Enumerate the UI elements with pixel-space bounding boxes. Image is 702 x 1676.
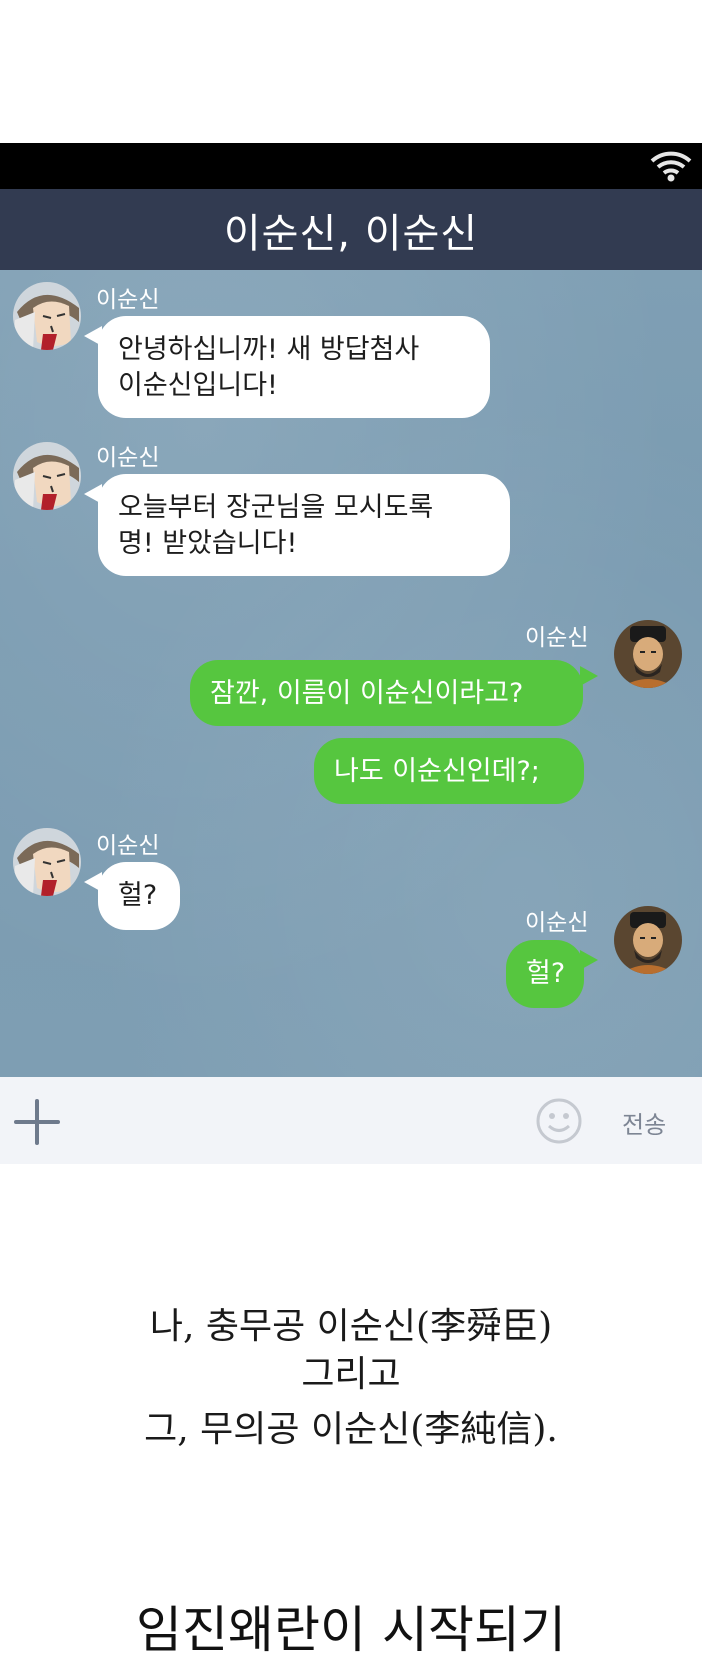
message-input-bar: 전송 [0, 1077, 702, 1164]
avatar-general[interactable] [614, 620, 682, 688]
avatar-soldier[interactable] [13, 828, 81, 896]
sender-name: 이순신 [525, 625, 589, 651]
chat-title: 이순신, 이순신 [223, 210, 479, 257]
sender-name: 이순신 [96, 445, 160, 471]
avatar-soldier[interactable] [13, 442, 81, 510]
soldier-portrait-icon [13, 442, 81, 510]
message-bubble-incoming[interactable]: 안녕하십니까! 새 방답첨사 이순신입니다! [98, 316, 490, 418]
caption-bottom: 임진왜란이 시작되기 [136, 1601, 566, 1659]
status-bar [0, 143, 702, 189]
send-button[interactable]: 전송 [622, 1105, 666, 1140]
plus-icon[interactable] [14, 1099, 60, 1145]
general-portrait-icon [614, 906, 682, 974]
sender-name: 이순신 [525, 910, 589, 936]
message-bubble-outgoing[interactable]: 헐? [506, 940, 584, 1008]
caption-line-3: 그, 무의공 이순신(李純信). [144, 1409, 558, 1450]
sender-name: 이순신 [96, 833, 160, 859]
soldier-portrait-icon [13, 828, 81, 896]
message-bubble-outgoing[interactable]: 잠깐, 이름이 이순신이라고? [190, 660, 583, 726]
chat-messages-area[interactable]: 이순신 안녕하십니까! 새 방답첨사 이순신입니다! 이순신 오늘부터 장군님을… [0, 270, 702, 1077]
caption-line-1: 나, 충무공 이순신(李舜臣) [149, 1306, 553, 1347]
sender-name: 이순신 [96, 287, 160, 313]
smiley-icon[interactable] [535, 1097, 583, 1145]
wifi-icon [650, 151, 692, 182]
message-bubble-incoming[interactable]: 헐? [98, 862, 180, 930]
avatar-soldier[interactable] [13, 282, 81, 350]
soldier-portrait-icon [13, 282, 81, 350]
message-bubble-outgoing[interactable]: 나도 이순신인데?; [314, 738, 584, 804]
message-bubble-incoming[interactable]: 오늘부터 장군님을 모시도록 명! 받았습니다! [98, 474, 510, 576]
avatar-general[interactable] [614, 906, 682, 974]
caption-line-2: 그리고 [301, 1354, 401, 1395]
chat-title-bar: 이순신, 이순신 [0, 189, 702, 270]
general-portrait-icon [614, 620, 682, 688]
